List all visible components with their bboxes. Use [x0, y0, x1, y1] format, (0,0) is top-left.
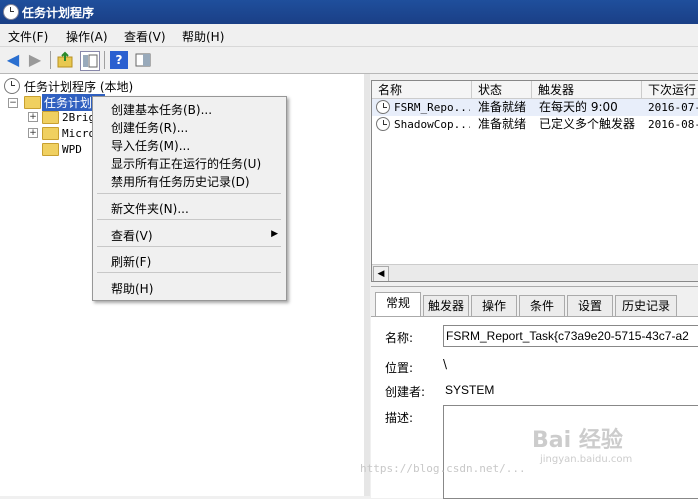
menu-item-disable-history[interactable]: 禁用所有任务历史记录(D) [111, 173, 250, 190]
menu-item-new-folder[interactable]: 新文件夹(N)... [111, 200, 189, 217]
menu-view[interactable]: 查看(V) [124, 28, 166, 45]
toolbar: ◀ ▶ ? [0, 47, 698, 74]
folder-icon [42, 111, 59, 124]
task-scheduler-icon [3, 4, 19, 20]
table-row[interactable]: ShadowCop... 准备就绪 已定义多个触发器 2016-08-0 [372, 116, 698, 133]
tab-settings[interactable]: 设置 [567, 295, 613, 316]
tab-history[interactable]: 历史记录 [615, 295, 677, 316]
title-bar: 任务计划程序 [0, 0, 698, 24]
menu-bar: 文件(F) 操作(A) 查看(V) 帮助(H) [0, 24, 698, 47]
table-row[interactable]: FSRM_Repo... 准备就绪 在每天的 9:00 2016-07-2 [372, 99, 698, 116]
expand-icon[interactable]: + [28, 112, 38, 122]
scroll-left-icon[interactable]: ◀ [373, 266, 389, 281]
task-list: 名称 状态 触发器 下次运行 FSRM_Repo... 准备就绪 在每天的 9:… [371, 80, 698, 282]
name-field[interactable]: FSRM_Report_Task{c73a9e20-5715-43c7-a2 [443, 325, 698, 347]
task-name: ShadowCop... [394, 118, 470, 131]
location-value: \ [443, 357, 448, 371]
toolbar-separator [104, 51, 105, 69]
task-status: 准备就绪 [478, 100, 527, 114]
menu-item-show-running[interactable]: 显示所有正在运行的任务(U) [111, 155, 261, 172]
toolbar-separator [50, 51, 51, 69]
menu-separator [97, 272, 281, 273]
column-header-name[interactable]: 名称 [372, 81, 472, 99]
watermark-logo: Bai 经验 [532, 428, 623, 453]
task-icon [376, 117, 390, 131]
submenu-arrow-icon: ▶ [271, 229, 278, 239]
up-folder-icon[interactable] [56, 51, 74, 69]
menu-action[interactable]: 操作(A) [66, 28, 108, 45]
task-trigger: 已定义多个触发器 [539, 117, 636, 131]
properties-pane-icon[interactable] [134, 51, 152, 69]
forward-arrow-icon[interactable]: ▶ [26, 51, 44, 69]
menu-item-import-task[interactable]: 导入任务(M)... [111, 137, 190, 154]
author-label: 创建者: [385, 385, 426, 399]
column-header-next-run[interactable]: 下次运行 [642, 81, 698, 99]
tab-actions[interactable]: 操作 [471, 295, 517, 316]
menu-separator [97, 246, 281, 247]
task-name: FSRM_Repo... [394, 101, 470, 114]
folder-clock-icon [24, 96, 41, 109]
horizontal-scrollbar[interactable]: ◀ [372, 264, 698, 281]
column-header-trigger[interactable]: 触发器 [532, 81, 642, 99]
help-icon[interactable]: ? [110, 51, 128, 69]
name-value: FSRM_Report_Task{c73a9e20-5715-43c7-a2 [446, 329, 689, 343]
column-header-status[interactable]: 状态 [472, 81, 532, 99]
menu-help[interactable]: 帮助(H) [182, 28, 224, 45]
menu-separator [97, 219, 281, 220]
author-value: SYSTEM [445, 383, 495, 397]
name-label: 名称: [385, 331, 414, 345]
watermark-url: https://blog.csdn.net/... [360, 462, 526, 475]
menu-item-help[interactable]: 帮助(H) [111, 280, 153, 297]
tree-root-label[interactable]: 任务计划程序 (本地) [24, 78, 133, 95]
folder-icon [42, 143, 59, 156]
task-trigger: 在每天的 9:00 [539, 100, 618, 114]
description-label: 描述: [385, 411, 414, 425]
task-icon [376, 100, 390, 114]
folder-icon [42, 127, 59, 140]
menu-file[interactable]: 文件(F) [8, 28, 48, 45]
tab-triggers[interactable]: 触发器 [423, 295, 469, 316]
menu-item-create-task[interactable]: 创建任务(R)... [111, 119, 188, 136]
collapse-icon[interactable]: − [8, 98, 18, 108]
clock-icon [4, 78, 20, 94]
menu-item-refresh[interactable]: 刷新(F) [111, 253, 151, 270]
expand-icon[interactable]: + [28, 128, 38, 138]
back-arrow-icon[interactable]: ◀ [4, 51, 22, 69]
task-status: 准备就绪 [478, 117, 527, 131]
tab-general[interactable]: 常规 [375, 292, 421, 317]
pane-splitter[interactable] [364, 74, 370, 496]
show-hide-console-tree-icon[interactable] [80, 51, 100, 71]
tab-conditions[interactable]: 条件 [519, 295, 565, 316]
menu-item-view[interactable]: 查看(V) [111, 227, 153, 244]
menu-separator [97, 193, 281, 194]
location-label: 位置: [385, 361, 414, 375]
menu-item-create-basic-task[interactable]: 创建基本任务(B)... [111, 101, 212, 118]
window-title: 任务计划程序 [22, 6, 95, 20]
context-menu: 创建基本任务(B)... 创建任务(R)... 导入任务(M)... 显示所有正… [92, 96, 287, 301]
task-next-run: 2016-08-0 [648, 118, 698, 131]
task-next-run: 2016-07-2 [648, 101, 698, 114]
watermark-site: jingyan.baidu.com [540, 454, 633, 465]
tree-item-wpd[interactable]: WPD [62, 143, 82, 156]
